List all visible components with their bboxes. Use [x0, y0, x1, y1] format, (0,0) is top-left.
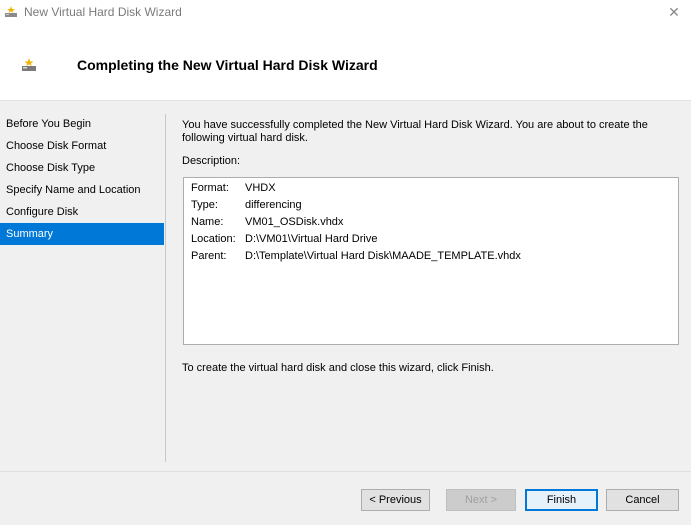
next-button[interactable]: Next >	[446, 489, 516, 511]
description-value: VHDX	[245, 182, 276, 194]
title-bar: New Virtual Hard Disk Wizard ✕	[0, 0, 691, 24]
description-row-name: Name: VM01_OSDisk.vhdx	[191, 216, 343, 228]
wizard-footer: < Previous Next > Finish Cancel	[0, 472, 691, 525]
step-summary[interactable]: Summary	[0, 223, 164, 245]
previous-button[interactable]: < Previous	[361, 489, 430, 511]
description-value: differencing	[245, 199, 302, 211]
description-key: Location:	[191, 233, 236, 245]
description-row-format: Format: VHDX	[191, 182, 276, 194]
step-choose-disk-type[interactable]: Choose Disk Type	[0, 157, 164, 179]
finish-button[interactable]: Finish	[525, 489, 598, 511]
step-choose-disk-format[interactable]: Choose Disk Format	[0, 135, 164, 157]
wizard-header: Completing the New Virtual Hard Disk Wiz…	[0, 24, 691, 100]
description-label: Description:	[182, 155, 241, 167]
description-box[interactable]: Format: VHDX Type: differencing Name: VM01_…	[183, 177, 679, 345]
window-title: New Virtual Hard Disk Wizard	[24, 5, 182, 19]
step-specify-name-location[interactable]: Specify Name and Location	[0, 179, 164, 201]
description-row-parent: Parent: D:\Template\Virtual Hard Disk\MAA…	[191, 250, 521, 262]
step-configure-disk[interactable]: Configure Disk	[0, 201, 164, 223]
step-before-you-begin[interactable]: Before You Begin	[0, 113, 164, 135]
virtual-disk-icon	[4, 5, 18, 19]
description-value: D:\VM01\Virtual Hard Drive	[245, 233, 378, 245]
description-key: Format:	[191, 182, 229, 194]
finish-instructions: To create the virtual hard disk and clos…	[182, 362, 494, 374]
description-row-location: Location: D:\VM01\Virtual Hard Drive	[191, 233, 377, 245]
close-button[interactable]: ✕	[665, 3, 683, 21]
description-value: D:\Template\Virtual Hard Disk\MAADE_TEMP…	[245, 250, 521, 262]
description-row-type: Type: differencing	[191, 199, 302, 211]
intro-text: You have successfully completed the New …	[182, 119, 648, 144]
description-value: VM01_OSDisk.vhdx	[245, 216, 344, 228]
wizard-body: Before You Begin Choose Disk Format Choo…	[0, 101, 691, 471]
description-key: Type:	[191, 199, 218, 211]
nav-divider	[165, 114, 166, 462]
description-key: Name:	[191, 216, 224, 228]
wizard-steps: Before You Begin Choose Disk Format Choo…	[0, 113, 164, 245]
wizard-window: New Virtual Hard Disk Wizard ✕ Completin…	[0, 0, 691, 525]
cancel-button[interactable]: Cancel	[606, 489, 679, 511]
page-title: Completing the New Virtual Hard Disk Wiz…	[77, 57, 378, 73]
virtual-disk-icon	[21, 57, 37, 73]
description-key: Parent:	[191, 250, 227, 262]
